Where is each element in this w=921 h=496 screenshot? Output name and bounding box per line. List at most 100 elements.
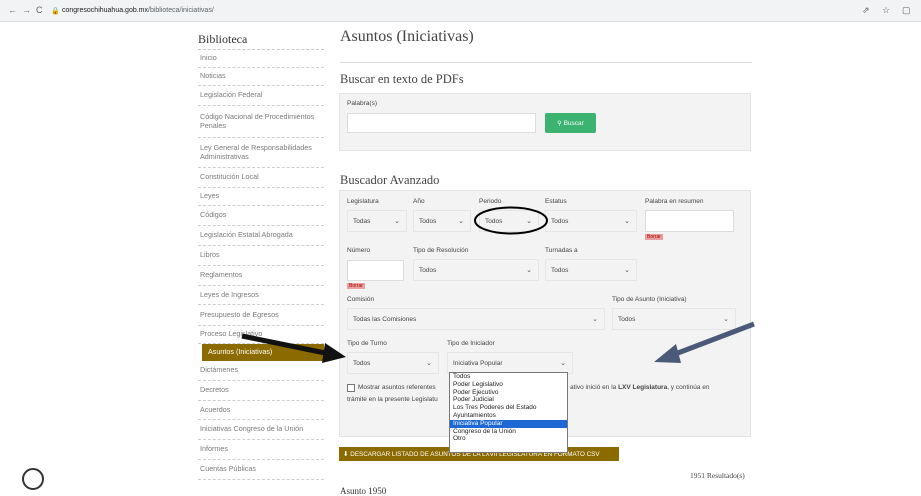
sidebar-item[interactable]: Iniciativas Congreso de la Unión <box>198 420 324 440</box>
advanced-search-heading: Buscador Avanzado <box>340 173 440 187</box>
sidebar-item[interactable]: Leyes <box>198 188 324 206</box>
tipo-turno-select[interactable]: Todos ⌄ <box>347 352 439 374</box>
tipo-asunto-label: Tipo de Asunto (Iniciativa) <box>612 296 687 303</box>
page-title: Asuntos (Iniciativas) <box>340 28 474 45</box>
window-icon[interactable]: ▢ <box>902 5 911 16</box>
sidebar-menu: Inicio Noticias Legislación Federal Código … <box>198 50 324 480</box>
sidebar-item-label: Acuerdos <box>200 404 231 414</box>
clear-numero-button[interactable]: Borrar <box>347 283 365 289</box>
anio-select[interactable]: Todos ⌄ <box>413 210 471 232</box>
comision-value: Todas las Comisiones <box>353 315 417 323</box>
annotation-arrow-right <box>654 321 755 363</box>
tipo-iniciador-label: Tipo de Iniciador <box>447 340 495 347</box>
turnadas-value: Todos <box>551 266 569 274</box>
dropdown-option[interactable]: Otro <box>450 435 567 443</box>
first-result-title[interactable]: Asunto 1950 <box>340 486 386 496</box>
periodo-label: Periodo <box>479 198 502 205</box>
chevron-down-icon: ⌄ <box>458 218 464 225</box>
reload-icon[interactable]: C <box>36 5 43 15</box>
sidebar-item-label: Presupuesto de Egresos <box>200 309 279 319</box>
sidebar-item[interactable]: Dictámenes <box>198 361 324 381</box>
search-button[interactable]: ⚲ Buscar <box>545 113 596 133</box>
address-bar[interactable]: congresochihuahua.gob.mx/biblioteca/inic… <box>62 7 214 14</box>
dropdown-option[interactable]: Poder Legislativo <box>450 381 567 389</box>
forward-icon[interactable]: → <box>22 5 31 15</box>
sidebar-item[interactable]: Leyes de Ingresos <box>198 286 324 305</box>
dropdown-option[interactable]: Poder Ejecutivo <box>450 389 567 397</box>
sidebar-item[interactable]: Presupuesto de Egresos <box>198 305 324 326</box>
tipo-iniciador-dropdown-list: Todos Poder Legislativo Poder Ejecutivo Pod… <box>449 372 568 453</box>
dropdown-option[interactable]: Iniciativa Popular <box>450 419 567 428</box>
sidebar-item[interactable]: Decretos <box>198 381 324 401</box>
checkbox-text-a: Mostrar asuntos referentes <box>358 384 436 391</box>
search-icon: ⚲ <box>557 120 562 127</box>
anio-value: Todos <box>419 217 437 225</box>
tipo-resolucion-select[interactable]: Todos ⌄ <box>413 259 539 281</box>
sidebar-item[interactable]: Cuentas Públicas <box>198 460 324 480</box>
divider <box>340 62 752 63</box>
palabra-resumen-input[interactable] <box>645 210 734 232</box>
sidebar-item-label: Dictámenes <box>200 365 238 375</box>
dropdown-option[interactable]: Todos <box>450 373 567 381</box>
sidebar-item-label: Leyes de Ingresos <box>200 289 259 299</box>
url-path: /biblioteca/iniciativas/ <box>148 7 214 14</box>
sidebar-item[interactable]: Legislación Estatal Abrogada <box>198 226 324 246</box>
sidebar-item[interactable]: Inicio <box>198 50 324 68</box>
dropdown-option[interactable]: Ayuntamientos <box>450 412 567 420</box>
sidebar-item-label: Legislación Federal <box>200 90 263 100</box>
anio-label: Año <box>413 198 425 205</box>
sidebar-item[interactable]: Noticias <box>198 68 324 86</box>
sidebar-item[interactable]: Código Nacional de Procedimientos Penale… <box>198 106 324 138</box>
sidebar-item-label: Reglamentos <box>200 270 243 280</box>
dropdown-option[interactable]: Congreso de la Unión <box>450 428 567 436</box>
legislatura-value: Todas <box>353 217 371 225</box>
tipo-turno-label: Tipo de Turno <box>347 340 387 347</box>
bookmark-star-icon[interactable]: ☆ <box>882 5 890 16</box>
sidebar-item[interactable]: Legislación Federal <box>198 86 324 106</box>
sidebar-item[interactable]: Informes <box>198 440 324 460</box>
sidebar-item-label: Legislación Estatal Abrogada <box>200 230 293 240</box>
browser-toolbar: ← → C 🔒 congresochihuahua.gob.mx/bibliot… <box>0 0 921 22</box>
comision-label: Comisión <box>347 296 375 303</box>
sidebar-item-label: Constitución Local <box>200 172 259 182</box>
sidebar-item-label: Leyes <box>200 191 220 201</box>
legislatura-checkbox[interactable] <box>347 384 355 392</box>
search-button-label: Buscar <box>563 119 584 127</box>
url-domain: congresochihuahua.gob.mx <box>62 7 149 14</box>
dropdown-option[interactable]: Los Tres Poderes del Estado <box>450 404 567 412</box>
words-label: Palabra(s) <box>347 100 377 107</box>
comision-select[interactable]: Todas las Comisiones ⌄ <box>347 308 605 330</box>
sidebar-item[interactable]: Libros <box>198 246 324 266</box>
results-count: 1951 Resultado(s) <box>690 471 745 480</box>
legislatura-select[interactable]: Todas ⌄ <box>347 210 407 232</box>
words-input[interactable] <box>347 113 536 133</box>
dropdown-option[interactable]: Poder Judicial <box>450 396 567 404</box>
main-content: Asuntos (Iniciativas) <box>340 28 752 46</box>
numero-input[interactable] <box>347 260 404 281</box>
chevron-down-icon: ⌄ <box>624 267 630 274</box>
site-logo <box>22 468 44 490</box>
download-icon: ⬇ <box>343 450 349 458</box>
share-icon[interactable]: ⇗ <box>862 5 870 16</box>
checkbox-text-d: trámite en la presente Legislatu <box>347 396 438 403</box>
checkbox-text-right: ativo inició en la LXV Legislatura, y co… <box>570 384 709 391</box>
tipo-asunto-value: Todos <box>618 315 636 323</box>
pdf-search-heading: Buscar en texto de PDFs <box>340 72 464 86</box>
chevron-down-icon: ⌄ <box>426 360 432 367</box>
chevron-down-icon: ⌄ <box>592 316 598 323</box>
sidebar-item-label: Libros <box>200 250 220 260</box>
sidebar: Biblioteca Inicio Noticias Legislación Fed… <box>198 28 324 480</box>
sidebar-item[interactable]: Reglamentos <box>198 266 324 286</box>
tipo-turno-value: Todos <box>353 359 371 367</box>
turnadas-select[interactable]: Todos ⌄ <box>545 259 637 281</box>
clear-palabra-button[interactable]: Borrar <box>645 234 663 240</box>
sidebar-item[interactable]: Acuerdos <box>198 401 324 420</box>
sidebar-item[interactable]: Códigos <box>198 206 324 226</box>
back-icon[interactable]: ← <box>8 5 17 15</box>
estatus-select[interactable]: Todos ⌄ <box>545 210 637 232</box>
lock-icon: 🔒 <box>51 8 60 15</box>
sidebar-item-label: Códigos <box>200 210 227 220</box>
sidebar-item[interactable]: Ley General de Responsabilidades Adminis… <box>198 138 324 168</box>
sidebar-item[interactable]: Constitución Local <box>198 168 324 188</box>
tipo-iniciador-select[interactable]: Iniciativa Popular ⌄ <box>447 352 573 374</box>
